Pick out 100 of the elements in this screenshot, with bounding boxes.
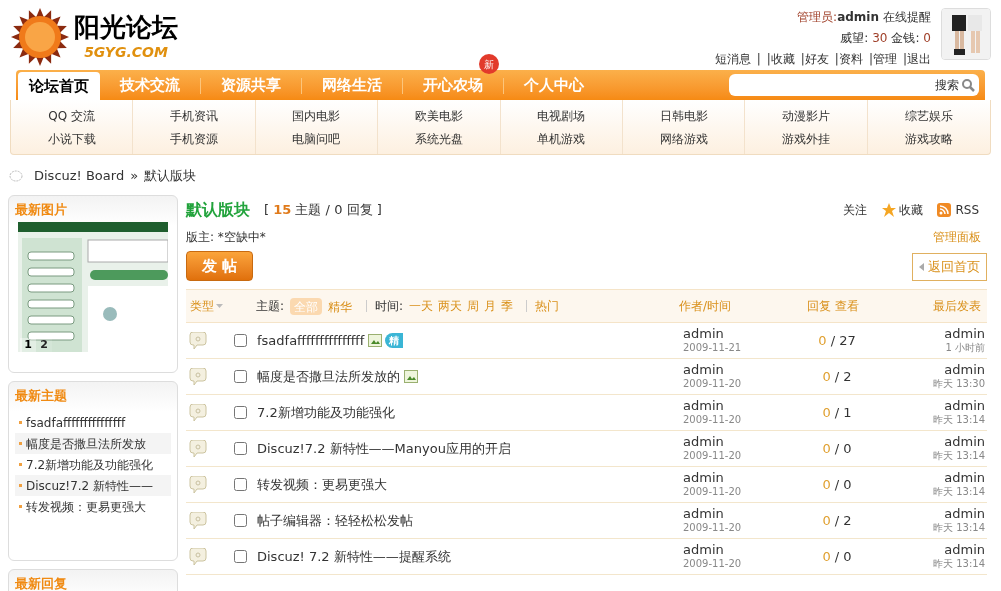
- thread-title[interactable]: 帖子编辑器：轻轻松松发帖: [257, 510, 413, 531]
- last-author-link[interactable]: admin: [944, 434, 985, 449]
- author-link[interactable]: admin: [683, 434, 777, 449]
- follow-link[interactable]: 关注: [843, 201, 868, 219]
- subnav-link[interactable]: 单机游戏: [537, 129, 586, 148]
- last-post-time: 昨天 13:14: [933, 556, 985, 571]
- subnav-link[interactable]: 手机资讯: [170, 106, 219, 125]
- last-author-link[interactable]: admin: [944, 398, 985, 413]
- speech-bubble-icon: [188, 439, 208, 458]
- author-link[interactable]: admin: [683, 542, 777, 557]
- subnav-link[interactable]: 电脑问吧: [292, 129, 341, 148]
- money-label: 金钱: 0: [891, 30, 931, 47]
- last-post-time: 昨天 13:14: [933, 448, 985, 463]
- reputation-label: 威望: 30: [840, 30, 888, 47]
- last-author-link[interactable]: admin: [944, 470, 985, 485]
- reply-view-count: 0 / 0: [821, 547, 853, 566]
- thread-checkbox[interactable]: [234, 550, 247, 563]
- nav-tab[interactable]: 论坛首页: [18, 72, 100, 100]
- star-icon: [881, 202, 898, 218]
- thread-title[interactable]: 7.2新增功能及功能强化: [257, 402, 395, 423]
- column-header: 回复 查看: [806, 298, 860, 315]
- last-post-time: 昨天 13:30: [933, 376, 985, 391]
- reply-view-count: 0 / 0: [821, 439, 853, 458]
- reply-view-count: 0 / 27: [817, 331, 857, 350]
- last-author-link[interactable]: admin: [944, 542, 985, 557]
- breadcrumb-separator: »: [130, 167, 139, 186]
- topic-link[interactable]: 转发视频：更易更强大: [26, 497, 146, 516]
- subnav-link[interactable]: 手机资源: [170, 129, 219, 148]
- author-link[interactable]: admin: [683, 506, 777, 521]
- thread-checkbox[interactable]: [234, 478, 247, 491]
- post-date: 2009-11-20: [683, 520, 743, 535]
- last-author-link[interactable]: admin: [944, 326, 985, 341]
- search-label: 搜索: [935, 77, 959, 94]
- subnav-link[interactable]: 国内电影: [292, 106, 341, 125]
- thread-title[interactable]: 幅度是否撒旦法所发放的: [257, 366, 400, 387]
- speech-bubble-icon: [188, 403, 208, 422]
- reply-view-count: 0 / 0: [821, 475, 853, 494]
- subnav-link[interactable]: 系统光盘: [414, 129, 463, 148]
- forum-title: 默认版块: [186, 199, 250, 221]
- speech-bubble-icon: [188, 367, 208, 386]
- user-link[interactable]: |管理: [868, 50, 897, 68]
- reply-view-count: 0 / 2: [821, 511, 853, 530]
- speech-bubble-icon: [188, 547, 208, 566]
- rss-link[interactable]: RSS: [955, 201, 979, 219]
- thread-title[interactable]: Discuz! 7.2 新特性——提醒系统: [257, 546, 451, 567]
- notice-link[interactable]: 在线提醒: [883, 8, 931, 26]
- last-author-link[interactable]: admin: [944, 506, 985, 521]
- panel-title: 最新主题: [15, 387, 68, 405]
- post-date: 2009-11-20: [683, 484, 743, 499]
- subnav-link[interactable]: 综艺娱乐: [904, 106, 953, 125]
- page-button[interactable]: 1: [20, 338, 36, 352]
- subnav-link[interactable]: 游戏攻略: [904, 129, 953, 148]
- user-link[interactable]: 短消息: [714, 50, 751, 68]
- subnav-link[interactable]: 网络游戏: [659, 129, 708, 148]
- topic-filter-label: 主题:: [256, 298, 285, 315]
- sun-logo-icon: [10, 7, 70, 67]
- user-link[interactable]: |: [756, 50, 761, 68]
- favorite-link[interactable]: 收藏: [899, 201, 924, 219]
- last-post-time: 1 小时前: [945, 340, 985, 355]
- author-link[interactable]: admin: [683, 470, 777, 485]
- subnav-link[interactable]: 游戏外挂: [781, 129, 830, 148]
- author-link[interactable]: admin: [683, 398, 777, 413]
- thread-title[interactable]: Discuz!7.2 新特性——Manyou应用的开启: [257, 438, 511, 459]
- user-link[interactable]: |收藏: [766, 50, 795, 68]
- thread-checkbox[interactable]: [234, 334, 247, 347]
- search-icon: [961, 78, 975, 92]
- subnav-link[interactable]: QQ 交流: [48, 106, 96, 125]
- panel-title: 最新图片: [15, 201, 68, 219]
- topic-link[interactable]: 7.2新增功能及功能强化: [26, 455, 154, 474]
- user-link[interactable]: |退出: [902, 50, 931, 68]
- page-button[interactable]: 2: [36, 338, 52, 352]
- user-link[interactable]: |好友: [800, 50, 829, 68]
- thread-title[interactable]: 转发视频：更易更强大: [257, 474, 387, 495]
- left-arrow-icon: [919, 263, 924, 271]
- breadcrumb-current: 默认版块: [144, 167, 197, 186]
- subnav-link[interactable]: 欧美电影: [414, 106, 463, 125]
- subnav-link[interactable]: 小说下载: [47, 129, 96, 148]
- author-link[interactable]: admin: [683, 326, 777, 341]
- thread-checkbox[interactable]: [234, 406, 247, 419]
- caret-icon: [216, 304, 223, 308]
- topic-link[interactable]: fsadfafffffffffffffff: [26, 413, 126, 432]
- thread-checkbox[interactable]: [234, 442, 247, 455]
- time-filter-label: 时间:: [375, 298, 404, 315]
- breadcrumb-link[interactable]: Discuz! Board: [34, 166, 125, 186]
- last-author-link[interactable]: admin: [944, 362, 985, 377]
- subnav-link[interactable]: 电视剧场: [537, 106, 586, 125]
- speech-bubble-icon: [188, 475, 208, 494]
- speech-bubble-icon: [188, 331, 208, 350]
- subnav-link[interactable]: 日韩电影: [659, 106, 708, 125]
- logo-domain: 5GYG.COM: [84, 42, 168, 62]
- thread-title[interactable]: fsadfafffffffffffffff: [257, 330, 365, 351]
- author-link[interactable]: admin: [683, 362, 777, 377]
- post-date: 2009-11-21: [683, 340, 743, 355]
- thread-checkbox[interactable]: [234, 370, 247, 383]
- rss-icon: [937, 203, 952, 217]
- subnav-link[interactable]: 动漫影片: [781, 106, 830, 125]
- search-field[interactable]: 搜索: [729, 74, 979, 96]
- thread-checkbox[interactable]: [234, 514, 247, 527]
- post-date: 2009-11-20: [683, 556, 743, 571]
- user-link[interactable]: |资料: [834, 50, 863, 68]
